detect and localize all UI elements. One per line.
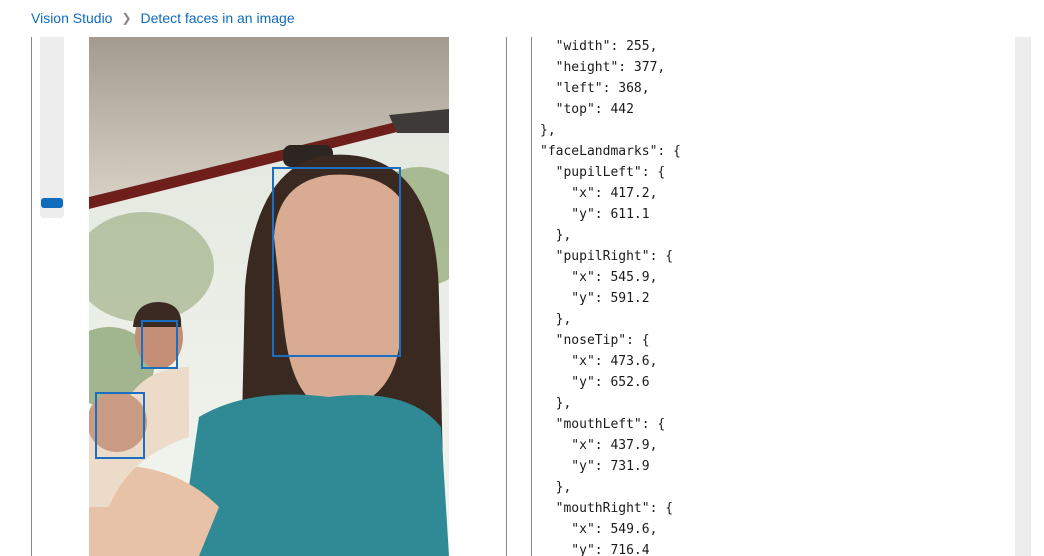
json-line: "pupilLeft": { — [540, 165, 666, 180]
left-panel-border — [31, 37, 32, 556]
json-line: }, — [540, 123, 556, 138]
json-line: "height": 377, — [540, 60, 666, 75]
breadcrumb-vision-studio[interactable]: Vision Studio — [31, 10, 112, 26]
json-line: "x": 473.6, — [540, 354, 658, 369]
json-line: "top": 442 — [540, 102, 634, 117]
json-line: "left": 368, — [540, 81, 650, 96]
json-line: "y": 731.9 — [540, 459, 650, 474]
breadcrumb-current-page[interactable]: Detect faces in an image — [141, 10, 295, 26]
face-bounding-box[interactable] — [272, 167, 401, 357]
face-bounding-box[interactable] — [141, 320, 178, 369]
json-line: }, — [540, 480, 572, 495]
breadcrumb: Vision Studio ❯ Detect faces in an image — [31, 8, 295, 28]
json-line: "noseTip": { — [540, 333, 650, 348]
json-scrollbar[interactable] — [1015, 37, 1031, 556]
json-line: "faceLandmarks": { — [540, 144, 681, 159]
image-gallery-scrollbar[interactable] — [40, 37, 64, 218]
json-line: "y": 716.4 — [540, 543, 650, 556]
json-line: "y": 611.1 — [540, 207, 650, 222]
json-line: "y": 591.2 — [540, 291, 650, 306]
json-line: "y": 652.6 — [540, 375, 650, 390]
result-image — [89, 37, 449, 556]
face-bounding-box[interactable] — [95, 392, 145, 459]
json-line: "x": 545.9, — [540, 270, 658, 285]
json-line: "x": 417.2, — [540, 186, 658, 201]
json-line: "mouthRight": { — [540, 501, 674, 516]
json-line: "x": 437.9, — [540, 438, 658, 453]
json-panel-border — [531, 37, 532, 556]
json-line: "width": 255, — [540, 39, 658, 54]
json-line: "mouthLeft": { — [540, 417, 666, 432]
json-output: "width": 255, "height": 377, "left": 368… — [540, 36, 1014, 556]
scrollbar-thumb[interactable] — [41, 198, 63, 208]
chevron-right-icon: ❯ — [121, 11, 132, 25]
json-line: }, — [540, 312, 572, 327]
panel-divider — [506, 37, 507, 556]
json-line: "x": 549.6, — [540, 522, 658, 537]
json-line: }, — [540, 396, 572, 411]
json-line: }, — [540, 228, 572, 243]
json-line: "pupilRight": { — [540, 249, 674, 264]
